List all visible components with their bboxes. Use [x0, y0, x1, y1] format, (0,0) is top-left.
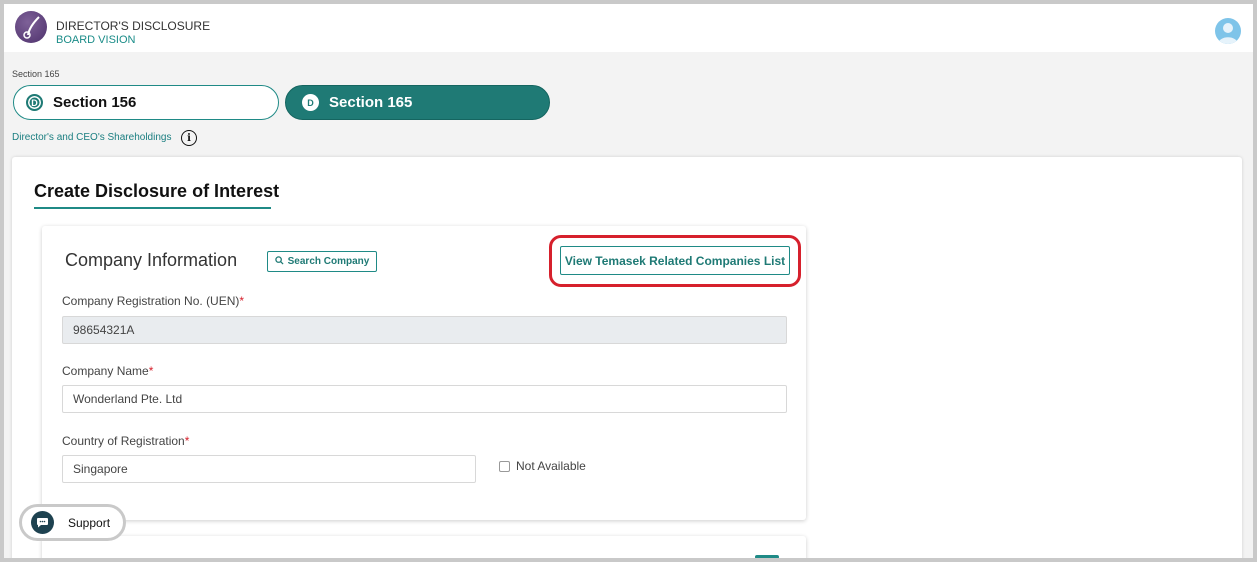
tab-section-156[interactable]: D Section 156 — [13, 85, 279, 120]
not-available-checkbox[interactable] — [499, 461, 510, 472]
country-label: Country of Registration* — [62, 434, 190, 448]
required-mark: * — [184, 434, 190, 448]
view-temasek-list-button[interactable]: View Temasek Related Companies List — [560, 246, 790, 275]
support-label: Support — [68, 515, 111, 530]
page-title: Create Disclosure of Interest — [34, 181, 280, 201]
next-section-card — [42, 536, 806, 558]
country-field[interactable]: Singapore — [62, 455, 476, 483]
company-name-label: Company Name* — [62, 364, 154, 378]
section-title: Company Information — [65, 250, 238, 270]
required-mark: * — [239, 294, 245, 308]
uen-label: Company Registration No. (UEN)* — [62, 294, 245, 308]
title-underline — [34, 207, 271, 209]
search-company-button[interactable]: Search Company — [267, 251, 377, 272]
support-button[interactable]: Support — [19, 504, 126, 541]
tab-label: Section 156 — [53, 94, 137, 111]
info-icon[interactable]: i — [181, 130, 197, 146]
breadcrumb: Section 165 — [12, 69, 60, 79]
not-available-label[interactable]: Not Available — [516, 459, 586, 473]
section-d-icon: D — [302, 94, 319, 111]
chat-icon — [31, 511, 54, 534]
search-company-label: Search Company — [287, 256, 370, 267]
user-avatar-icon[interactable] — [1215, 18, 1241, 44]
logo-icon — [15, 11, 47, 43]
next-section-accent — [755, 555, 779, 558]
app-frame: DIRECTOR'S DISCLOSURE BOARD VISION Secti… — [4, 4, 1253, 558]
required-mark: * — [148, 364, 154, 378]
company-name-field[interactable]: Wonderland Pte. Ltd — [62, 385, 787, 413]
app-subtitle[interactable]: BOARD VISION — [56, 34, 135, 47]
search-icon — [274, 255, 284, 268]
app-title: DIRECTOR'S DISCLOSURE — [56, 19, 211, 33]
uen-field: 98654321A — [62, 316, 787, 344]
tab-section-165[interactable]: D Section 165 — [285, 85, 550, 120]
sub-breadcrumb[interactable]: Director's and CEO's Shareholdings — [12, 132, 171, 143]
section-d-icon: D — [26, 94, 43, 111]
tab-label: Section 165 — [329, 94, 413, 111]
top-bar: DIRECTOR'S DISCLOSURE BOARD VISION — [4, 4, 1253, 52]
